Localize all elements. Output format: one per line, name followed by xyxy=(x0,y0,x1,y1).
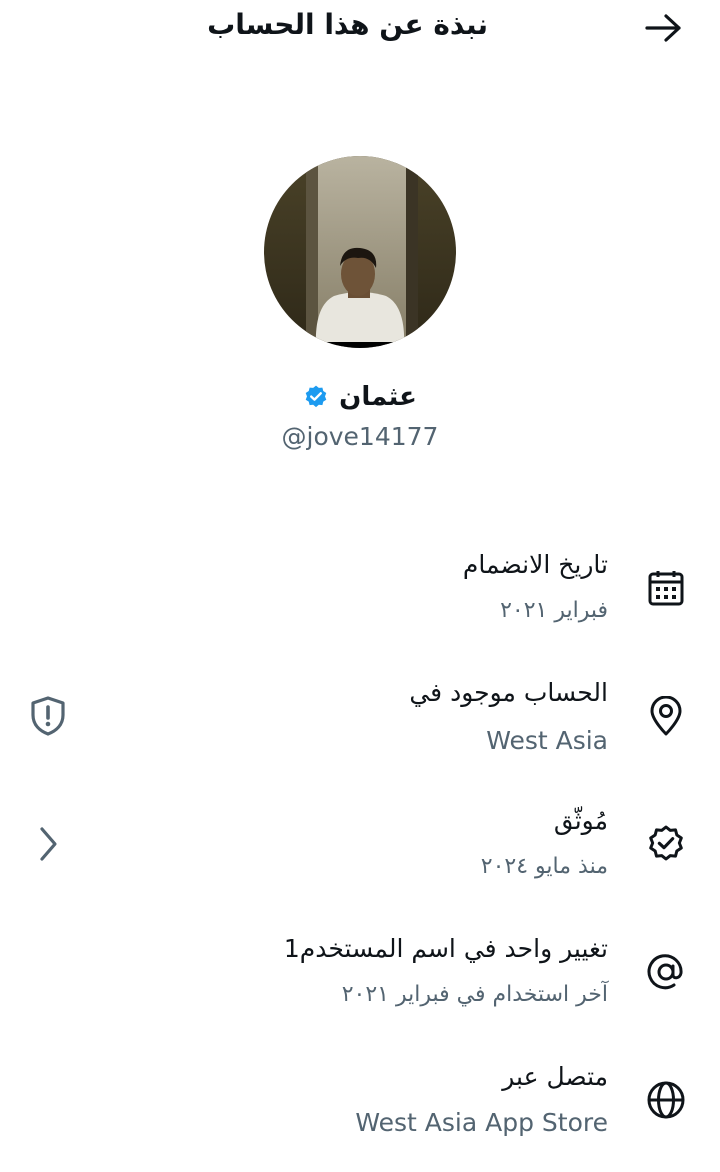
row-title: متصل عبر xyxy=(502,1062,608,1091)
verified-details-button[interactable] xyxy=(26,822,70,866)
row-title: مُوثّق xyxy=(553,806,608,835)
row-title: تاريخ الانضمام xyxy=(462,550,608,579)
username-handle: @jove14177 xyxy=(281,422,439,451)
row-subtitle: West Asia xyxy=(486,726,608,755)
row-subtitle: آخر استخدام في فبراير ٢٠٢١ xyxy=(341,982,608,1007)
info-row-location: الحساب موجود في West Asia xyxy=(0,668,720,788)
info-row-verified[interactable]: مُوثّق منذ مايو ٢٠٢٤ xyxy=(0,796,720,916)
avatar-photo xyxy=(264,156,456,348)
shield-alert-icon xyxy=(31,696,65,736)
calendar-icon xyxy=(646,568,686,608)
chevron-right-icon xyxy=(40,827,57,861)
info-row-connected-via: متصل عبر West Asia App Store xyxy=(0,1052,720,1172)
name-row: عثمان xyxy=(0,382,720,412)
row-subtitle: منذ مايو ٢٠٢٤ xyxy=(480,854,608,879)
at-sign-icon xyxy=(646,952,686,992)
arrow-right-icon xyxy=(645,14,681,42)
info-row-username-changes: تغيير واحد في اسم المستخدم1 آخر استخدام … xyxy=(0,924,720,1044)
back-button[interactable] xyxy=(644,10,684,46)
display-name: عثمان xyxy=(339,382,417,412)
row-title: تغيير واحد في اسم المستخدم1 xyxy=(283,934,608,963)
info-row-joined: تاريخ الانضمام فبراير ٢٠٢١ xyxy=(0,540,720,660)
verified-badge-icon xyxy=(646,824,686,864)
top-bar: نبذة عن هذا الحساب xyxy=(0,0,720,60)
page-title: نبذة عن هذا الحساب xyxy=(207,8,488,41)
location-pin-icon xyxy=(646,696,686,736)
row-subtitle: فبراير ٢٠٢١ xyxy=(500,598,608,623)
avatar[interactable] xyxy=(264,156,456,348)
row-subtitle: West Asia App Store xyxy=(355,1108,608,1137)
verified-badge-icon xyxy=(305,385,327,408)
location-info-button[interactable] xyxy=(26,694,70,738)
row-title: الحساب موجود في xyxy=(409,678,608,707)
globe-icon xyxy=(646,1080,686,1120)
